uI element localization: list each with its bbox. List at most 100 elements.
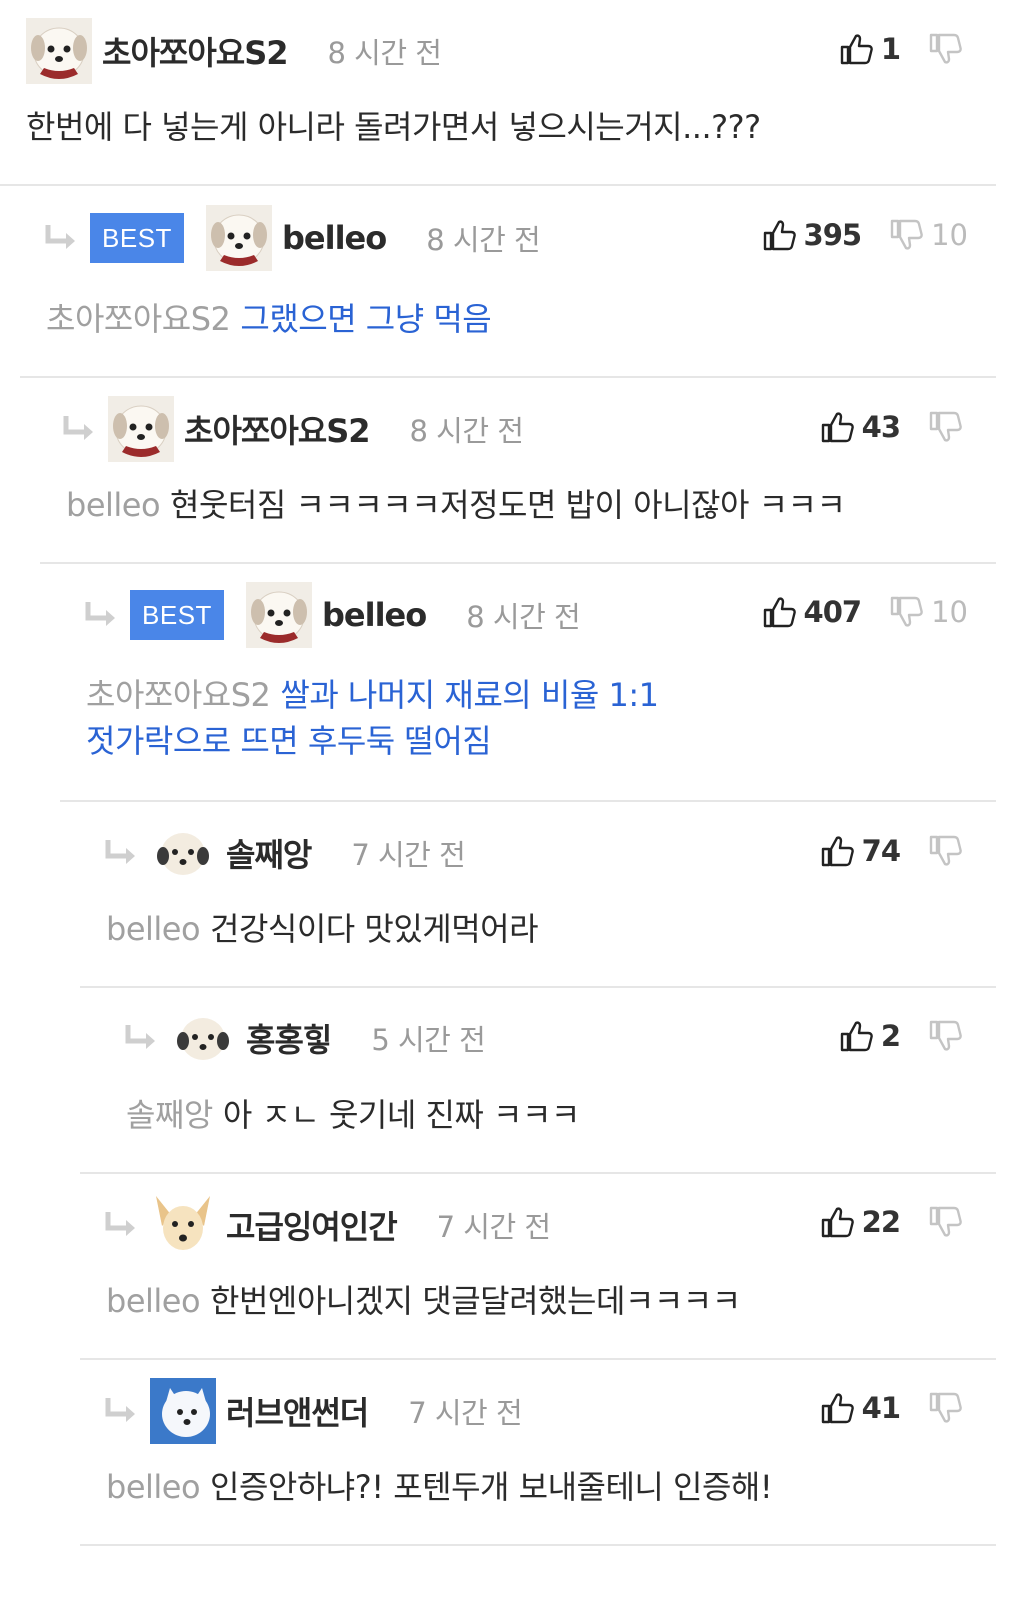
comment-body: 아 ㅈㄴ 웃기네 진짜 ㅋㅋㅋ (222, 1096, 581, 1134)
mention[interactable]: 초아쪼아요S2 (46, 300, 231, 338)
mention[interactable]: belleo (106, 910, 201, 948)
author-name[interactable]: 솔째앙 (226, 830, 312, 876)
upvote-count: 2 (880, 1019, 901, 1053)
comment-header: 러브앤썬더 7 시간 전 (104, 1378, 523, 1444)
author-name[interactable]: 고급잉여인간 (226, 1202, 398, 1248)
downvote-count: 10 (931, 218, 968, 252)
comment-header: 초아쪼아요S2 8 시간 전 (26, 18, 442, 84)
thumbs-up-icon[interactable] (839, 32, 873, 66)
downvote-count: 10 (931, 595, 968, 629)
avatar[interactable] (170, 1005, 236, 1071)
divider (80, 986, 996, 988)
avatar[interactable] (150, 820, 216, 886)
thumbs-down-icon[interactable] (928, 410, 962, 444)
thumbs-down-icon[interactable] (928, 32, 962, 66)
comment-body: 현웃터짐 ㅋㅋㅋㅋㅋ저정도면 밥이 아니잖아 ㅋㅋㅋ (170, 486, 846, 524)
thumbs-down-icon[interactable] (928, 1391, 962, 1425)
timestamp: 5 시간 전 (371, 1023, 486, 1057)
avatar[interactable] (150, 1378, 216, 1444)
avatar[interactable] (150, 1192, 216, 1258)
thumbs-down-icon[interactable] (889, 218, 923, 252)
divider (80, 1172, 996, 1174)
comment-text: belleo 한번엔아니겠지 댓글달려했는데ㅋㅋㅋㅋ (106, 1278, 741, 1324)
divider (40, 562, 996, 564)
thumbs-up-icon[interactable] (762, 218, 796, 252)
divider (80, 1358, 996, 1360)
comment-body: 쌀과 나머지 재료의 비율 1:1 (280, 676, 659, 714)
timestamp: 8 시간 전 (466, 600, 581, 634)
comment-body: 한번엔아니겠지 댓글달려했는데ㅋㅋㅋㅋ (210, 1282, 741, 1320)
mention[interactable]: belleo (106, 1468, 201, 1506)
thumbs-down-icon[interactable] (928, 834, 962, 868)
best-badge: BEST (130, 590, 224, 640)
mention[interactable]: 솔째앙 (126, 1096, 213, 1134)
divider (80, 1544, 996, 1546)
reply-arrow-icon (124, 1023, 160, 1053)
comment-body: 인증안하냐?! 포텐두개 보내줄테니 인증해! (210, 1468, 773, 1506)
upvote-count: 22 (861, 1205, 901, 1239)
author-name[interactable]: belleo (282, 219, 387, 257)
thumbs-down-icon[interactable] (928, 1019, 962, 1053)
thumbs-up-icon[interactable] (839, 1019, 873, 1053)
comment-text: belleo 인증안하냐?! 포텐두개 보내줄테니 인증해! (106, 1464, 773, 1510)
author-name[interactable]: 초아쪼아요S2 (102, 28, 289, 74)
thumbs-up-icon[interactable] (762, 595, 796, 629)
vote-group: 2 (839, 1019, 962, 1053)
divider (60, 800, 996, 802)
comment-body-line2: 젓가락으로 뜨면 후두둑 떨어짐 (86, 722, 492, 760)
author-name[interactable]: 홍홍힣 (246, 1015, 332, 1061)
reply-arrow-icon (44, 223, 80, 253)
upvote-count: 395 (803, 218, 863, 252)
thumbs-up-icon[interactable] (820, 1205, 854, 1239)
timestamp: 7 시간 전 (408, 1396, 523, 1430)
timestamp: 7 시간 전 (436, 1210, 551, 1244)
divider (20, 376, 996, 378)
comment-text: belleo 현웃터짐 ㅋㅋㅋㅋㅋ저정도면 밥이 아니잖아 ㅋㅋㅋ (66, 482, 846, 528)
vote-group: 395 10 (762, 218, 968, 252)
reply-arrow-icon (104, 1210, 140, 1240)
vote-group: 22 (820, 1205, 962, 1239)
avatar[interactable] (206, 205, 272, 271)
thumbs-up-icon[interactable] (820, 1391, 854, 1425)
author-name[interactable]: belleo (322, 596, 427, 634)
comment-body: 그랬으면 그냥 먹음 (240, 300, 492, 338)
thumbs-up-icon[interactable] (820, 410, 854, 444)
vote-group: 407 10 (762, 595, 968, 629)
reply-arrow-icon (84, 600, 120, 630)
upvote-count: 407 (803, 595, 863, 629)
mention[interactable]: belleo (106, 1282, 201, 1320)
timestamp: 8 시간 전 (409, 414, 524, 448)
upvote-count: 1 (880, 32, 901, 66)
comment-header: 고급잉여인간 7 시간 전 (104, 1192, 551, 1258)
comment-text: belleo 건강식이다 맛있게먹어라 (106, 906, 539, 952)
comment-header: BEST belleo 8 시간 전 (44, 205, 541, 271)
vote-group: 43 (820, 410, 962, 444)
avatar[interactable] (108, 396, 174, 462)
comment-header: BEST belleo 8 시간 전 (84, 582, 581, 648)
thumbs-down-icon[interactable] (889, 595, 923, 629)
upvote-count: 41 (861, 1391, 901, 1425)
author-name[interactable]: 러브앤썬더 (226, 1388, 369, 1434)
comment-header: 초아쪼아요S2 8 시간 전 (62, 396, 524, 462)
author-name[interactable]: 초아쪼아요S2 (184, 406, 371, 452)
comment-text: 한번에 다 넣는게 아니라 돌려가면서 넣으시는거지...??? (26, 104, 761, 150)
comment-text: 솔째앙 아 ㅈㄴ 웃기네 진짜 ㅋㅋㅋ (126, 1092, 580, 1138)
avatar[interactable] (246, 582, 312, 648)
thumbs-up-icon[interactable] (820, 834, 854, 868)
vote-group: 1 (839, 32, 962, 66)
reply-arrow-icon (104, 838, 140, 868)
mention[interactable]: belleo (66, 486, 161, 524)
comment-header: 홍홍힣 5 시간 전 (124, 1005, 486, 1071)
vote-group: 74 (820, 834, 962, 868)
thumbs-down-icon[interactable] (928, 1205, 962, 1239)
comment-body: 건강식이다 맛있게먹어라 (210, 910, 539, 948)
reply-arrow-icon (104, 1396, 140, 1426)
avatar[interactable] (26, 18, 92, 84)
vote-group: 41 (820, 1391, 962, 1425)
best-badge: BEST (90, 213, 184, 263)
reply-arrow-icon (62, 414, 98, 444)
timestamp: 8 시간 전 (327, 36, 442, 70)
mention[interactable]: 초아쪼아요S2 (86, 676, 271, 714)
upvote-count: 74 (861, 834, 901, 868)
comment-text: 초아쪼아요S2 그랬으면 그냥 먹음 (46, 296, 492, 342)
